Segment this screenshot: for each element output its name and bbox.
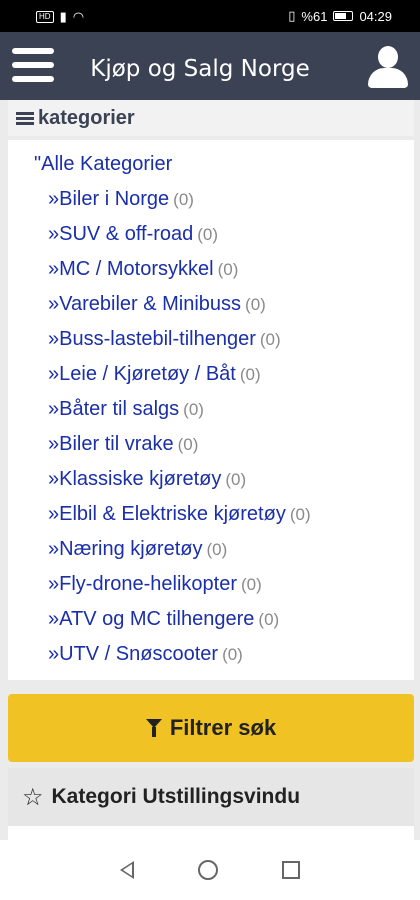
category-count: (0) [289, 505, 311, 524]
app-title: Kjøp og Salg Norge [90, 56, 310, 82]
category-item[interactable]: »Elbil & Elektriske kjøretøy (0) [48, 500, 414, 535]
filter-search-button[interactable]: Filtrer søk [8, 694, 414, 762]
category-link[interactable]: »Varebiler & Minibuss [48, 293, 241, 315]
category-link[interactable]: »ATV og MC tilhengere [48, 608, 254, 630]
category-item[interactable]: »Biler til vrake (0) [48, 430, 414, 465]
category-count: (0) [177, 435, 199, 454]
user-icon[interactable] [368, 46, 408, 88]
category-item[interactable]: »Klassiske kjøretøy (0) [48, 465, 414, 500]
category-item[interactable]: »Fly-drone-helikopter (0) [48, 570, 414, 605]
categories-heading[interactable]: kategorier [8, 100, 414, 136]
category-link[interactable]: »Elbil & Elektriske kjøretøy [48, 503, 286, 525]
category-item[interactable]: »Leie / Kjøretøy / Båt (0) [48, 360, 414, 395]
categories-heading-label: kategorier [38, 106, 135, 129]
category-link[interactable]: »UTV / Snøscooter [48, 643, 218, 665]
recent-apps-icon[interactable] [282, 861, 300, 879]
app-header: Kjøp og Salg Norge [0, 32, 420, 100]
category-link[interactable]: »Klassiske kjøretøy [48, 468, 221, 490]
category-count: (0) [225, 470, 247, 489]
category-count: (0) [259, 330, 281, 349]
category-item[interactable]: »Båter til salgs (0) [48, 395, 414, 430]
wifi-icon: ◠ [72, 9, 85, 24]
category-count: (0) [206, 540, 228, 559]
category-item[interactable]: »ATV og MC tilhengere (0) [48, 605, 414, 640]
list-icon [16, 111, 34, 125]
category-count: (0) [239, 365, 261, 384]
battery-icon [333, 11, 354, 21]
category-count: (0) [217, 260, 239, 279]
categories-panel: "Alle Kategorier »Biler i Norge (0) »SUV &… [8, 140, 414, 680]
hd-badge: HD [36, 11, 54, 23]
back-icon[interactable] [120, 861, 134, 879]
all-categories-link[interactable]: "Alle Kategorier [34, 150, 414, 185]
category-count: (0) [245, 295, 266, 314]
star-icon: ☆ [22, 783, 44, 811]
category-count: (0) [197, 225, 219, 244]
filter-search-label: Filtrer søk [169, 715, 277, 740]
category-link[interactable]: »Buss-lastebil-tilhenger [48, 328, 256, 350]
filter-icon [145, 719, 162, 737]
category-count: (0) [240, 575, 262, 594]
category-link[interactable]: »Næring kjøretøy [48, 538, 202, 560]
category-link[interactable]: »Biler til vrake [48, 433, 174, 455]
category-item[interactable]: »Buss-lastebil-tilhenger (0) [48, 325, 414, 360]
status-bar: HD ▮ ◠ ▯ %61 04:29 [0, 0, 420, 32]
category-link[interactable]: »Båter til salgs [48, 398, 179, 420]
category-link[interactable]: »SUV & off-road [48, 223, 193, 245]
category-link[interactable]: »MC / Motorsykkel [48, 258, 214, 280]
category-link[interactable]: »Biler i Norge [48, 188, 169, 210]
battery-percent: %61 [301, 8, 328, 24]
category-count: (0) [173, 190, 194, 209]
showcase-content [8, 826, 414, 840]
category-item[interactable]: »UTV / Snøscooter (0) [48, 640, 414, 675]
category-item[interactable]: »SUV & off-road (0) [48, 220, 414, 255]
category-link[interactable]: »Fly-drone-helikopter [48, 573, 237, 595]
category-item[interactable]: »Biler i Norge (0) [48, 185, 414, 220]
clock: 04:29 [359, 8, 392, 24]
category-count: (0) [183, 400, 204, 419]
category-list: »Biler i Norge (0) »SUV & off-road (0) »MC /… [8, 185, 414, 675]
system-nav-bar [0, 840, 420, 900]
category-showcase-label: Kategori Utstillingsvindu [51, 785, 301, 808]
signal-icon: ▮ [59, 9, 67, 24]
vibrate-icon: ▯ [288, 8, 296, 23]
category-count: (0) [222, 645, 243, 664]
category-link[interactable]: »Leie / Kjøretøy / Båt [48, 363, 236, 385]
category-item[interactable]: »MC / Motorsykkel (0) [48, 255, 414, 290]
category-count: (0) [258, 610, 280, 629]
home-icon[interactable] [198, 860, 218, 880]
category-showcase-header[interactable]: ☆ Kategori Utstillingsvindu [8, 768, 414, 826]
category-item[interactable]: »Varebiler & Minibuss (0) [48, 290, 414, 325]
category-item[interactable]: »Næring kjøretøy (0) [48, 535, 414, 570]
